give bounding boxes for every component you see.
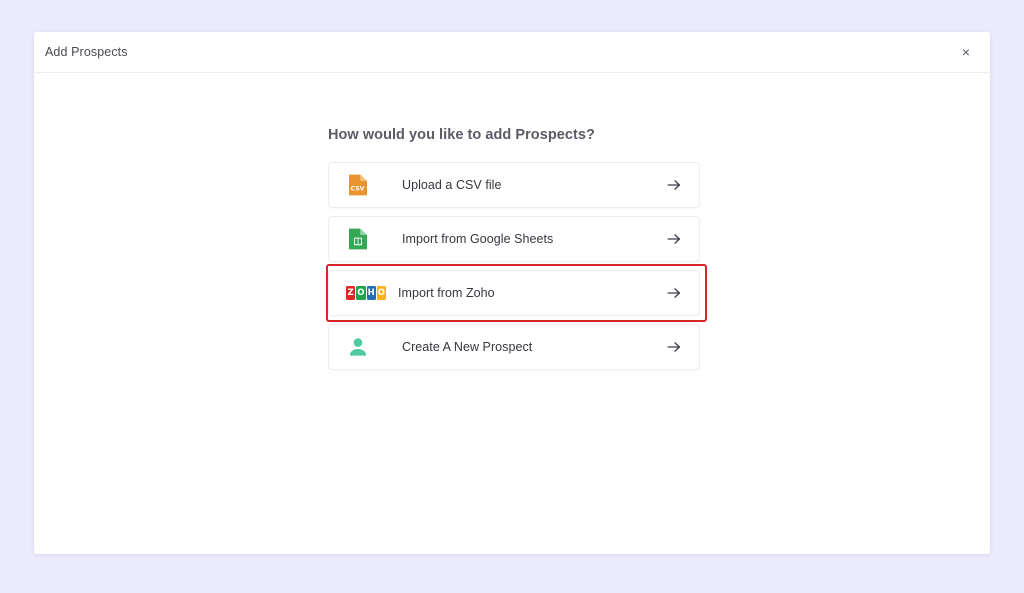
arrow-right-icon: [665, 284, 683, 302]
add-prospects-modal: Add Prospects × How would you like to ad…: [34, 32, 990, 554]
csv-file-icon: CSV: [346, 173, 370, 197]
svg-text:CSV: CSV: [351, 185, 365, 192]
option-upload-csv[interactable]: CSV Upload a CSV file: [328, 162, 700, 208]
modal-title: Add Prospects: [45, 45, 128, 59]
option-label: Import from Google Sheets: [402, 232, 554, 246]
page-root: Add Prospects × How would you like to ad…: [0, 0, 1024, 593]
add-prospects-chooser: How would you like to add Prospects? CSV…: [326, 127, 707, 370]
option-import-google-sheets[interactable]: Import from Google Sheets: [328, 216, 700, 262]
google-sheets-icon: [346, 227, 370, 251]
modal-body: How would you like to add Prospects? CSV…: [34, 73, 990, 554]
zoho-letter-h: H: [366, 286, 376, 300]
option-list: CSV Upload a CSV file Import from Google…: [326, 162, 707, 370]
option-create-new-prospect[interactable]: Create A New Prospect: [328, 324, 700, 370]
close-icon[interactable]: ×: [956, 42, 976, 62]
modal-header: Add Prospects ×: [34, 32, 990, 73]
arrow-right-icon: [665, 176, 683, 194]
option-label: Create A New Prospect: [402, 340, 533, 354]
option-label: Upload a CSV file: [402, 178, 502, 192]
arrow-right-icon: [665, 230, 683, 248]
option-label: Import from Zoho: [398, 286, 495, 300]
person-icon: [346, 335, 370, 359]
zoho-letter-o-first: O: [356, 286, 366, 300]
zoho-logo-icon: Z O H O: [346, 281, 386, 305]
zoho-letter-o-second: O: [376, 286, 386, 300]
zoho-letter-z: Z: [346, 286, 356, 300]
arrow-right-icon: [665, 338, 683, 356]
option-import-zoho[interactable]: Z O H O Import from Zoho: [326, 264, 707, 322]
chooser-heading: How would you like to add Prospects?: [328, 127, 595, 143]
